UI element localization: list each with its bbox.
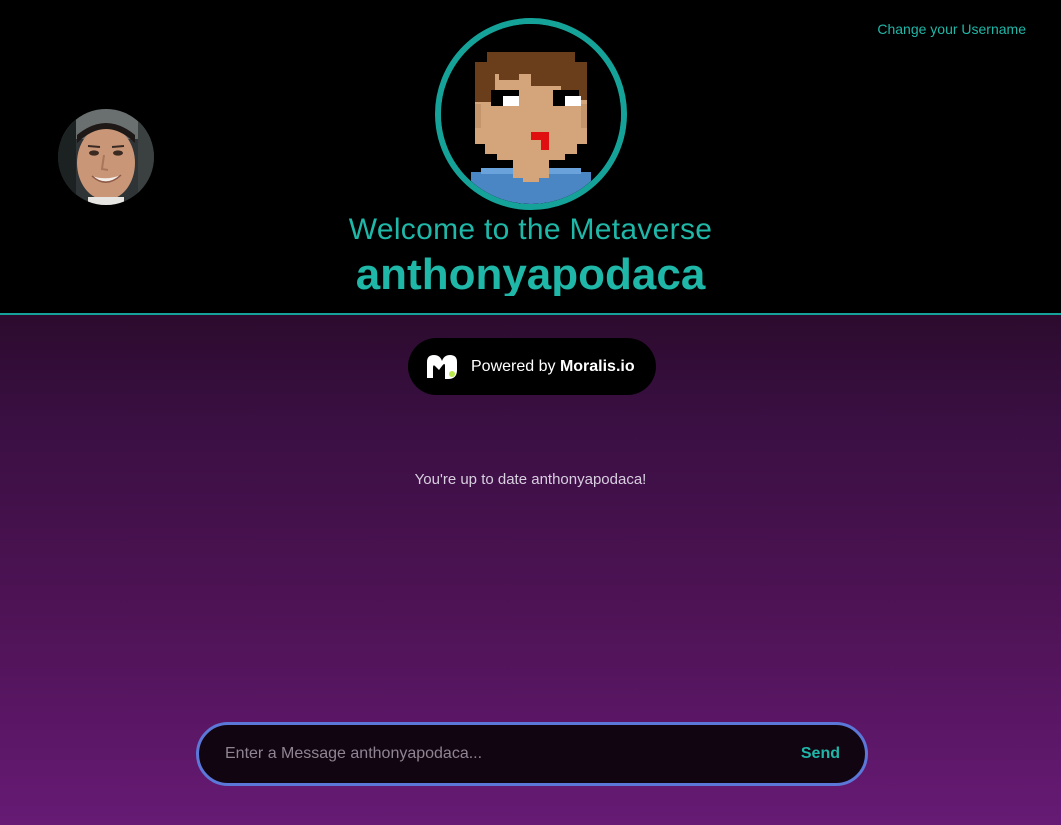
powered-prefix: Powered by — [471, 357, 560, 375]
powered-brand: Moralis.io — [559, 357, 635, 375]
send-button[interactable]: Send — [801, 745, 840, 763]
messages-status-text: You're up to date anthonyapodaca! — [414, 471, 647, 488]
header: Change your Username Welcome to the Meta… — [0, 0, 1061, 315]
powered-by-moralis-badge[interactable]: Powered by Moralis.io — [408, 338, 656, 395]
message-input[interactable] — [223, 733, 801, 775]
welcome-heading: Welcome to the Metaverse — [348, 213, 713, 246]
moralis-logo-icon — [427, 354, 457, 379]
avatar — [435, 18, 627, 210]
pixel-avatar-icon — [441, 24, 621, 204]
change-username-link[interactable]: Change your Username — [877, 21, 1026, 37]
username-heading: anthonyapodaca — [355, 250, 706, 296]
profile-photo[interactable] — [58, 109, 154, 205]
powered-by-text: Powered by Moralis.io — [471, 358, 635, 376]
user-face-icon — [58, 109, 154, 205]
message-composer: Send — [196, 722, 868, 786]
